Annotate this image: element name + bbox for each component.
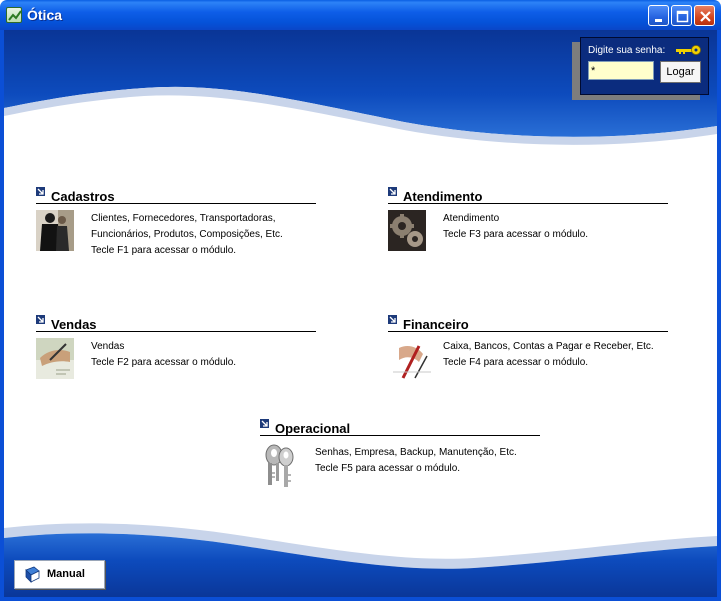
module-title[interactable]: Vendas: [51, 317, 97, 332]
minimize-icon: [655, 19, 662, 22]
window-frame-right: [717, 30, 721, 601]
arrow-icon: [36, 187, 45, 196]
module-header: Operacional: [260, 419, 540, 436]
book-icon: [25, 566, 40, 583]
window-frame-bottom: [0, 597, 721, 601]
module-header: Atendimento: [388, 187, 668, 204]
module-atendimento[interactable]: Atendimento Atendimento Tecle F3 para ac…: [388, 187, 668, 262]
bottom-wave-banner: [4, 523, 717, 597]
module-title[interactable]: Atendimento: [403, 189, 482, 204]
module-vendas[interactable]: Vendas Vendas Tecle F2 para acessar o mó…: [36, 315, 316, 390]
title-bar[interactable]: Ótica: [0, 0, 721, 30]
arrow-icon: [260, 419, 269, 428]
gears-icon: [388, 210, 426, 251]
main-panel: Digite sua senha: Logar Cadastros Client…: [4, 30, 717, 597]
pen-hand-icon: [393, 338, 431, 379]
module-cadastros[interactable]: Cadastros Clientes, Fornecedores, Transp…: [36, 187, 316, 262]
arrow-icon: [36, 315, 45, 324]
module-header: Financeiro: [388, 315, 668, 332]
password-input[interactable]: [588, 61, 654, 80]
app-icon: [6, 7, 22, 23]
window-title: Ótica: [27, 7, 63, 23]
login-button[interactable]: Logar: [660, 61, 701, 83]
minimize-button[interactable]: [648, 5, 669, 26]
module-description: Clientes, Fornecedores, Transportadoras,…: [91, 213, 283, 256]
module-title[interactable]: Financeiro: [403, 317, 469, 332]
module-description: Vendas Tecle F2 para acessar o módulo.: [91, 341, 237, 368]
key-icon: [676, 45, 701, 55]
people-icon: [36, 210, 74, 251]
module-description: Atendimento Tecle F3 para acessar o módu…: [443, 213, 589, 240]
module-header: Vendas: [36, 315, 316, 332]
module-description: Caixa, Bancos, Contas a Pagar e Receber,…: [443, 341, 654, 368]
close-button[interactable]: [694, 5, 715, 26]
manual-label: Manual: [47, 568, 85, 580]
close-icon: [700, 11, 711, 22]
signing-hand-icon: [36, 338, 74, 379]
maximize-button[interactable]: [671, 5, 692, 26]
keys-icon: [265, 444, 294, 487]
password-label: Digite sua senha:: [588, 45, 666, 56]
module-title[interactable]: Operacional: [275, 421, 350, 436]
module-header: Cadastros: [36, 187, 316, 204]
login-panel: Digite sua senha: Logar: [580, 37, 709, 95]
module-financeiro[interactable]: Financeiro Caixa, Bancos, Contas a Pagar…: [388, 315, 678, 390]
maximize-icon: [676, 10, 689, 23]
module-operacional[interactable]: Operacional Senhas, Empresa, Backup, Man…: [260, 419, 540, 499]
manual-button[interactable]: Manual: [14, 560, 105, 589]
arrow-icon: [388, 315, 397, 324]
module-description: Senhas, Empresa, Backup, Manutenção, Etc…: [315, 447, 517, 474]
arrow-icon: [388, 187, 397, 196]
module-title[interactable]: Cadastros: [51, 189, 115, 204]
